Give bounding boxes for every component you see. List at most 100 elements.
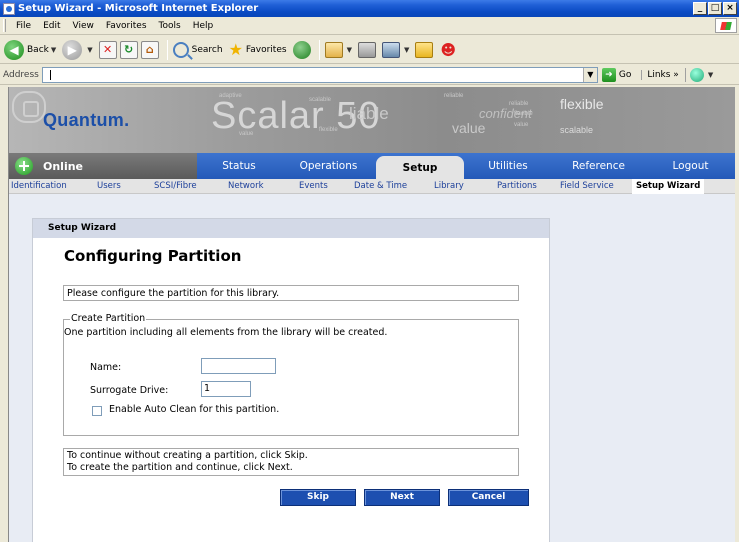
- instruction-box: Please configure the partition for this …: [63, 285, 519, 301]
- banner-word-tiny: flexible: [514, 111, 533, 117]
- edit-dropdown-icon[interactable]: ▼: [404, 46, 409, 54]
- toolbar-separator: [166, 39, 168, 60]
- subtab-partitions[interactable]: Partitions: [497, 181, 537, 191]
- subtab-field-service[interactable]: Field Service: [560, 181, 614, 191]
- menu-help[interactable]: Help: [187, 21, 220, 31]
- address-input[interactable]: ▼: [41, 66, 598, 83]
- edit-icon[interactable]: [381, 41, 400, 58]
- minimize-button[interactable]: _: [693, 2, 707, 15]
- favorites-button[interactable]: ★ Favorites: [229, 40, 287, 59]
- banner-word-tiny: flexible: [319, 127, 338, 133]
- back-arrow-icon: ◀: [4, 39, 24, 60]
- forward-dropdown-icon[interactable]: ▼: [87, 46, 92, 54]
- banner-word-tiny: value: [239, 131, 254, 137]
- forward-arrow-icon: ▶: [62, 39, 83, 60]
- folder-icon[interactable]: [415, 41, 434, 58]
- nav-tab-logout[interactable]: Logout: [645, 153, 736, 179]
- links-button[interactable]: Links »: [641, 69, 679, 80]
- banner-word-tiny: scalable: [309, 97, 332, 103]
- window-controls: _ □ ×: [692, 2, 737, 15]
- banner-word-scalable: scalable: [560, 125, 594, 135]
- subtab-identification[interactable]: Identification: [11, 181, 67, 191]
- nav-tab-utilities[interactable]: Utilities: [464, 153, 552, 179]
- favorites-star-icon: ★: [228, 40, 243, 59]
- nav-tab-reference[interactable]: Reference: [552, 153, 645, 179]
- windows-logo-icon: [715, 18, 737, 33]
- subtab-setup-wizard[interactable]: Setup Wizard: [632, 179, 705, 194]
- info-line-skip: To continue without creating a partition…: [67, 450, 308, 461]
- auto-clean-checkbox[interactable]: [92, 406, 102, 416]
- menu-file[interactable]: File: [10, 21, 37, 31]
- wizard-header: Setup Wizard: [33, 219, 549, 238]
- messenger-icon[interactable]: ☻: [439, 41, 457, 59]
- forward-button[interactable]: ▶ ▼: [62, 39, 93, 60]
- search-button[interactable]: Search: [172, 41, 223, 58]
- go-label: Go: [618, 69, 632, 80]
- fieldset-legend: Create Partition: [70, 313, 147, 324]
- maximize-button[interactable]: □: [708, 2, 722, 15]
- stop-icon[interactable]: ✕: [98, 40, 117, 59]
- subtab-date-time[interactable]: Date & Time: [354, 181, 407, 191]
- setup-wizard-panel: Setup Wizard Configuring Partition Pleas…: [32, 218, 550, 542]
- banner-word-liable: liable: [349, 104, 389, 123]
- subtab-scsi-fibre[interactable]: SCSI/Fibre: [154, 181, 197, 191]
- sub-nav: Identification Users SCSI/Fibre Network …: [9, 179, 736, 194]
- info-line-next: To create the partition and continue, cl…: [67, 462, 293, 473]
- banner-word-tiny: reliable: [509, 101, 529, 107]
- menu-edit[interactable]: Edit: [37, 21, 66, 31]
- auto-clean-label: Enable Auto Clean for this partition.: [109, 404, 280, 415]
- favorites-label: Favorites: [245, 44, 287, 55]
- banner-word-value: value: [452, 120, 486, 136]
- refresh-icon[interactable]: ↻: [119, 40, 138, 59]
- cancel-button[interactable]: Cancel: [448, 489, 529, 506]
- banner-word-tiny: adaptive: [219, 93, 242, 99]
- menu-favorites[interactable]: Favorites: [100, 21, 153, 31]
- menu-view[interactable]: View: [67, 21, 100, 31]
- mail-icon[interactable]: [324, 41, 343, 58]
- back-button[interactable]: ◀ Back ▼: [4, 39, 56, 60]
- close-button[interactable]: ×: [723, 2, 737, 15]
- menu-tools[interactable]: Tools: [153, 21, 187, 31]
- ie-app-icon: [3, 2, 15, 15]
- address-dropdown-icon[interactable]: ▼: [582, 67, 597, 82]
- extra-toolbar[interactable]: ▼: [684, 67, 713, 82]
- banner-word-flexible: flexible: [560, 96, 604, 112]
- banner-word-tiny: reliable: [444, 93, 464, 99]
- address-label: Address: [3, 69, 39, 80]
- media-icon[interactable]: [292, 40, 311, 59]
- print-icon[interactable]: [357, 41, 376, 58]
- toolbar-grip: [3, 19, 6, 32]
- subtab-library[interactable]: Library: [434, 181, 464, 191]
- home-icon[interactable]: ⌂: [140, 40, 159, 59]
- nav-tab-status[interactable]: Status: [197, 153, 281, 179]
- skip-button[interactable]: Skip: [280, 489, 356, 506]
- status-label: Online: [43, 159, 84, 173]
- toolbar-separator: [318, 39, 320, 60]
- search-label: Search: [191, 44, 223, 55]
- header-banner: Quantum. Scalar 50 liable value confiden…: [9, 87, 736, 153]
- name-field[interactable]: [201, 358, 276, 374]
- quantum-logo-text: Quantum.: [43, 110, 130, 130]
- extension-icon[interactable]: [689, 67, 704, 82]
- fieldset-description: One partition including all elements fro…: [64, 327, 388, 338]
- subtab-users[interactable]: Users: [97, 181, 121, 191]
- extension-dropdown-icon[interactable]: ▼: [708, 71, 713, 79]
- nav-tab-operations[interactable]: Operations: [281, 153, 376, 179]
- search-icon: [172, 41, 189, 58]
- mail-dropdown-icon[interactable]: ▼: [347, 46, 352, 54]
- browser-viewport: Quantum. Scalar 50 liable value confiden…: [8, 87, 739, 542]
- subtab-network[interactable]: Network: [228, 181, 264, 191]
- create-partition-fieldset: Create Partition One partition including…: [63, 313, 519, 436]
- back-dropdown-icon[interactable]: ▼: [51, 46, 56, 54]
- next-button[interactable]: Next: [364, 489, 440, 506]
- quantum-logo-icon: [12, 91, 46, 123]
- page-title: Configuring Partition: [64, 247, 242, 265]
- back-label: Back: [27, 44, 49, 55]
- go-button[interactable]: ➜ Go: [601, 67, 632, 82]
- content-area: Setup Wizard Configuring Partition Pleas…: [9, 194, 736, 542]
- nav-tab-setup[interactable]: Setup: [376, 156, 464, 179]
- subtab-events[interactable]: Events: [299, 181, 328, 191]
- main-nav: Online Status Operations Setup Utilities…: [9, 153, 736, 179]
- scrollbar[interactable]: [735, 87, 739, 542]
- surrogate-drive-field[interactable]: 1: [201, 381, 251, 397]
